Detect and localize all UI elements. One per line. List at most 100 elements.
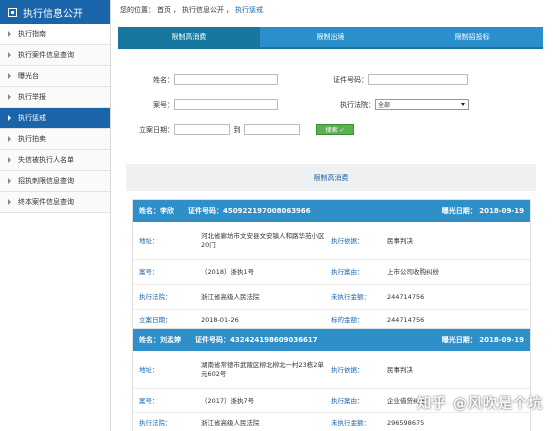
court-field-label: 执行法院：: [139, 418, 172, 427]
date-to-label: 到: [233, 125, 241, 134]
reason-value: 上市公司收购纠纷: [387, 268, 439, 276]
breadcrumb-prefix: 您的位置：: [120, 6, 155, 14]
filed-value: 2018-01-26: [201, 315, 239, 324]
person-name: 李欣: [160, 207, 174, 215]
caret-right-icon: [8, 31, 11, 37]
case-number-input[interactable]: [174, 99, 278, 110]
exposure-date-label: 曝光日期：: [441, 336, 477, 344]
filed-label: 立案日期：: [139, 315, 172, 324]
name-label: 姓名：: [153, 75, 174, 84]
case-value: （2018）浙执1号: [201, 268, 255, 276]
record-header: 姓名： 李欣 证件号码： 450922197008063966 曝光日期： 20…: [133, 200, 530, 222]
sidebar-item-label: 执行拍卖: [18, 135, 46, 143]
sidebar-item-case-query[interactable]: 执行案件信息查询: [0, 45, 110, 66]
reason-label: 执行案由：: [331, 268, 364, 276]
caret-right-icon: [8, 52, 11, 58]
sidebar-item-label: 失信被执行人名单: [18, 156, 74, 164]
basis-label: 执行依据：: [331, 236, 364, 245]
caret-right-icon: [8, 199, 11, 205]
main-content: 您的位置： 首页 ， 执行信息公开 ， 执行惩戒 限制高消费 限制出境 限制招投…: [118, 0, 553, 431]
exposure-date-label: 曝光日期：: [441, 207, 477, 215]
reason-label: 执行案由：: [331, 396, 364, 405]
record-card: 姓名： 李欣 证件号码： 450922197008063966 曝光日期： 20…: [132, 199, 531, 331]
unpaid-value: 296598675: [387, 418, 425, 427]
basis-label: 执行依据：: [331, 365, 364, 374]
breadcrumb-section-link[interactable]: 执行信息公开: [182, 5, 224, 15]
unpaid-value: 244714756: [387, 293, 425, 301]
address-label: 地址：: [139, 236, 159, 245]
breadcrumb-separator: ，: [226, 6, 233, 14]
record-row: 案号： （2018）浙执1号 执行案由： 上市公司收购纠纷: [133, 260, 530, 285]
sidebar-item-auction[interactable]: 执行拍卖: [0, 129, 110, 150]
sidebar-title: 执行信息公开: [23, 8, 83, 20]
id-number-input[interactable]: [368, 74, 468, 85]
person-name: 刘孟婷: [160, 336, 181, 344]
sidebar-item-label: 执行指南: [18, 30, 46, 38]
id-field-label: 证件号码：: [195, 336, 230, 344]
record-row: 执行法院： 浙江省高级人民法院 未执行金额： 296598675: [133, 413, 530, 431]
tab-exit-restriction[interactable]: 限制出境: [259, 27, 402, 47]
person-id: 450922197008063966: [223, 207, 311, 215]
record-row: 执行法院： 浙江省高级人民法院 未执行金额： 244714756: [133, 285, 530, 310]
unpaid-label: 未执行金额：: [331, 418, 370, 427]
sidebar-item-label: 招执刺限信息查询: [18, 177, 74, 185]
name-field-label: 姓名：: [139, 207, 160, 215]
id-label: 证件号码：: [333, 75, 368, 84]
sidebar-item-label: 执行惩戒: [18, 114, 46, 122]
case-value: （2017）浙执7号: [201, 396, 255, 405]
court-label: 执行法院：: [340, 100, 375, 109]
watermark: 知乎 @风吹是个坑: [417, 396, 543, 412]
breadcrumb-current: 执行惩戒: [235, 6, 263, 14]
person-id: 432424198609036617: [230, 336, 318, 344]
record-row: 地址： 湖南省常德市武陵区柳北柳北一村23栋2单元602号 执行依据： 民事判决: [133, 351, 530, 389]
date-to-input[interactable]: [244, 124, 300, 135]
caret-right-icon: [8, 136, 11, 142]
name-field-label: 姓名：: [139, 336, 160, 344]
target-value: 244714756: [387, 315, 425, 324]
id-field-label: 证件号码：: [188, 207, 223, 215]
court-select[interactable]: 全部: [375, 99, 469, 110]
sidebar-item-label: 执行案件信息查询: [18, 51, 74, 59]
sidebar-item-label: 终本案件信息查询: [18, 198, 74, 206]
breadcrumb-separator: ，: [173, 6, 180, 14]
caret-right-icon: [8, 94, 11, 100]
sidebar-item-guide[interactable]: 执行指南: [0, 24, 110, 45]
menu-square-icon: [8, 7, 17, 17]
case-label: 案号：: [139, 396, 159, 405]
exposure-date: 曝光日期： 2018-09-19: [442, 335, 524, 345]
tab-bar: 限制高消费 限制出境 限制招投标: [118, 27, 544, 47]
breadcrumb: 您的位置： 首页 ， 执行信息公开 ， 执行惩戒: [118, 0, 553, 20]
address-label: 地址：: [139, 365, 159, 374]
name-input[interactable]: [174, 74, 278, 85]
basis-value: 民事判决: [387, 236, 413, 245]
sidebar-item-report[interactable]: 执行举报: [0, 87, 110, 108]
tab-high-consumption[interactable]: 限制高消费: [118, 27, 260, 47]
sidebar-item-terminated-cases[interactable]: 终本案件信息查询: [0, 192, 110, 213]
court-field-label: 执行法院：: [139, 293, 172, 301]
date-from-input[interactable]: [174, 124, 230, 135]
breadcrumb-home-link[interactable]: 首页: [157, 5, 171, 15]
caret-right-icon: [8, 73, 11, 79]
case-label: 案号：: [139, 268, 159, 276]
list-title: 限制高消费: [126, 164, 536, 191]
tab-underline: [118, 47, 543, 49]
unpaid-label: 未执行金额：: [331, 293, 370, 301]
sidebar-item-dishonest-list[interactable]: 失信被执行人名单: [0, 150, 110, 171]
tab-bidding-restriction[interactable]: 限制招投标: [401, 27, 544, 47]
record-header: 姓名： 刘孟婷 证件号码： 432424198609036617 曝光日期： 2…: [133, 329, 530, 351]
sidebar-item-punishment[interactable]: 执行惩戒: [0, 108, 110, 129]
exposure-date-value: 2018-09-19: [479, 336, 524, 344]
record-row: 地址： 河北省廊坊市文安县文安镇人和路华苑小区20门 执行依据： 民事判决: [133, 222, 530, 260]
search-button[interactable]: 搜索 ✓: [316, 124, 354, 135]
caret-right-icon: [8, 115, 11, 121]
dropdown-arrow-icon: [461, 103, 465, 106]
caret-right-icon: [8, 157, 11, 163]
sidebar: 执行信息公开 执行指南 执行案件信息查询 曝光台 执行举报 执行惩戒 执行拍卖 …: [0, 0, 111, 431]
record-row: 立案日期： 2018-01-26 标的金额： 244714756: [133, 310, 530, 330]
search-form: 姓名： 证件号码： 案号： 执行法院： 全部 立案日期： 到 搜索 ✓: [118, 60, 543, 150]
sidebar-item-label: 执行举报: [18, 93, 46, 101]
exposure-date-value: 2018-09-19: [479, 207, 524, 215]
sidebar-item-restriction-query[interactable]: 招执刺限信息查询: [0, 171, 110, 192]
sidebar-item-exposure[interactable]: 曝光台: [0, 66, 110, 87]
target-label: 标的金额：: [331, 315, 364, 324]
